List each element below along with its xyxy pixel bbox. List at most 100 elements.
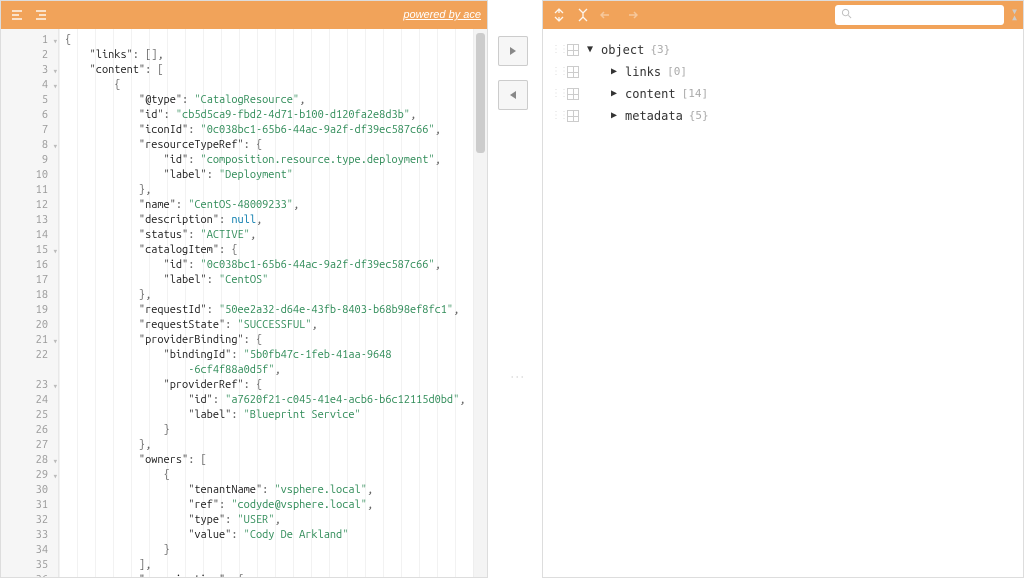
code-line[interactable]: "id": "cb5d5ca9-fbd2-4d71-b100-d120fa2e8… [65, 108, 473, 123]
line-number: 32 [5, 513, 48, 528]
line-number: 9 [5, 153, 48, 168]
code-line[interactable]: "label": "Deployment" [65, 168, 473, 183]
fold-icon[interactable]: ▾ [53, 379, 58, 394]
drag-handle-icon[interactable]: ⋮⋮ [551, 83, 563, 105]
code-line[interactable]: } [65, 543, 473, 558]
vertical-scrollbar[interactable] [473, 29, 487, 577]
code-line[interactable]: "value": "Cody De Arkland" [65, 528, 473, 543]
code-line[interactable]: "providerRef": { [65, 378, 473, 393]
scrollbar-thumb[interactable] [476, 33, 485, 153]
table-icon[interactable] [567, 44, 579, 56]
fold-icon[interactable]: ▾ [53, 454, 58, 469]
redo-icon[interactable] [621, 5, 641, 25]
code-editor[interactable]: 1▾23▾4▾5678▾9101112131415▾161718192021▾2… [1, 29, 487, 577]
code-line[interactable]: } [65, 423, 473, 438]
chevron-right-icon[interactable]: ▶ [611, 105, 625, 127]
code-line[interactable]: "label": "CentOS" [65, 273, 473, 288]
table-icon[interactable] [567, 66, 579, 78]
tree-node[interactable]: ⋮⋮▶content[14] [551, 83, 1015, 105]
code-line[interactable]: "owners": [ [65, 453, 473, 468]
fold-icon[interactable]: ▾ [53, 79, 58, 94]
chevron-right-icon[interactable]: ▶ [611, 61, 625, 83]
undo-icon[interactable] [597, 5, 617, 25]
drag-handle-icon[interactable]: ⋮⋮ [551, 39, 563, 61]
json-tree[interactable]: ⋮⋮▼object{3}⋮⋮▶links[0]⋮⋮▶content[14]⋮⋮▶… [543, 29, 1023, 577]
search-input[interactable] [856, 9, 998, 21]
expand-all-icon[interactable] [549, 5, 569, 25]
code-line[interactable]: "catalogItem": { [65, 243, 473, 258]
code-line[interactable]: ], [65, 558, 473, 573]
powered-by-link[interactable]: powered by ace [403, 9, 481, 21]
tree-node[interactable]: ⋮⋮▶metadata{5} [551, 105, 1015, 127]
drag-handle-icon[interactable]: ⋮⋮ [551, 61, 563, 83]
code-line[interactable]: { [65, 78, 473, 93]
code-line[interactable]: "name": "CentOS-48009233", [65, 198, 473, 213]
line-number: 33 [5, 528, 48, 543]
tree-node[interactable]: ⋮⋮▼object{3} [551, 39, 1015, 61]
chevron-down-icon[interactable]: ▼ [587, 39, 601, 61]
code-line[interactable]: { [65, 468, 473, 483]
code-line[interactable]: "ref": "codyde@vsphere.local", [65, 498, 473, 513]
code-line[interactable]: "links": [], [65, 48, 473, 63]
code-line[interactable]: "id": "a7620f21-c045-41e4-acb6-b6c12115d… [65, 393, 473, 408]
line-number: 8▾ [5, 138, 48, 153]
fold-icon[interactable]: ▾ [53, 574, 58, 577]
table-icon[interactable] [567, 88, 579, 100]
transfer-controls [498, 36, 528, 110]
tree-node-label: content [625, 83, 676, 105]
collapse-all-icon[interactable] [573, 5, 593, 25]
code-line[interactable]: "label": "Blueprint Service" [65, 408, 473, 423]
line-number: 34 [5, 543, 48, 558]
code-line[interactable]: "requestId": "50ee2a32-d64e-43fb-8403-b6… [65, 303, 473, 318]
tree-node-meta: {3} [650, 39, 670, 61]
code-line[interactable]: }, [65, 438, 473, 453]
code-line[interactable]: }, [65, 183, 473, 198]
chevron-right-icon[interactable]: ▶ [611, 83, 625, 105]
table-icon[interactable] [567, 110, 579, 122]
tree-node[interactable]: ⋮⋮▶links[0] [551, 61, 1015, 83]
fold-icon[interactable]: ▾ [53, 334, 58, 349]
code-line[interactable]: "@type": "CatalogResource", [65, 93, 473, 108]
code-line[interactable]: "iconId": "0c038bc1-65b6-44ac-9a2f-df39e… [65, 123, 473, 138]
indent-left-icon[interactable] [7, 5, 27, 25]
sort-icon[interactable]: ▼▲ [1012, 9, 1017, 21]
code-line[interactable]: "content": [ [65, 63, 473, 78]
drag-handle-icon[interactable]: ⋮⋮ [551, 105, 563, 127]
code-line[interactable]: { [65, 33, 473, 48]
fold-icon[interactable]: ▾ [53, 34, 58, 49]
line-number: 26 [5, 423, 48, 438]
code-line[interactable]: "type": "USER", [65, 513, 473, 528]
line-number: 15▾ [5, 243, 48, 258]
code-line[interactable]: "resourceTypeRef": { [65, 138, 473, 153]
line-number: 14 [5, 228, 48, 243]
transfer-left-button[interactable] [498, 80, 528, 110]
fold-icon[interactable]: ▾ [53, 469, 58, 484]
line-number: 20 [5, 318, 48, 333]
code-line[interactable]: "id": "composition.resource.type.deploym… [65, 153, 473, 168]
resize-handle-icon[interactable]: ⋮ [510, 370, 526, 388]
search-icon [841, 8, 852, 22]
code-content[interactable]: { "links": [], "content": [ { "@type": "… [59, 29, 473, 577]
transfer-right-button[interactable] [498, 36, 528, 66]
code-line[interactable]: "id": "0c038bc1-65b6-44ac-9a2f-df39ec587… [65, 258, 473, 273]
code-line[interactable]: "bindingId": "5b0fb47c-1feb-41aa-9648 -6… [65, 348, 473, 378]
line-number: 28▾ [5, 453, 48, 468]
tree-node-meta: {5} [689, 105, 709, 127]
right-toolbar: ▼▲ [543, 1, 1023, 29]
fold-icon[interactable]: ▾ [53, 64, 58, 79]
search-box[interactable] [835, 5, 1004, 25]
line-number: 22 [5, 348, 48, 378]
line-number: 2 [5, 48, 48, 63]
code-line[interactable]: "organization": { [65, 573, 473, 577]
code-line[interactable]: "providerBinding": { [65, 333, 473, 348]
code-line[interactable]: "description": null, [65, 213, 473, 228]
code-line[interactable]: "status": "ACTIVE", [65, 228, 473, 243]
indent-right-icon[interactable] [31, 5, 51, 25]
code-line[interactable]: "requestState": "SUCCESSFUL", [65, 318, 473, 333]
fold-icon[interactable]: ▾ [53, 139, 58, 154]
fold-icon[interactable]: ▾ [53, 244, 58, 259]
line-number: 11 [5, 183, 48, 198]
tree-node-meta: [0] [667, 61, 687, 83]
code-line[interactable]: }, [65, 288, 473, 303]
code-line[interactable]: "tenantName": "vsphere.local", [65, 483, 473, 498]
